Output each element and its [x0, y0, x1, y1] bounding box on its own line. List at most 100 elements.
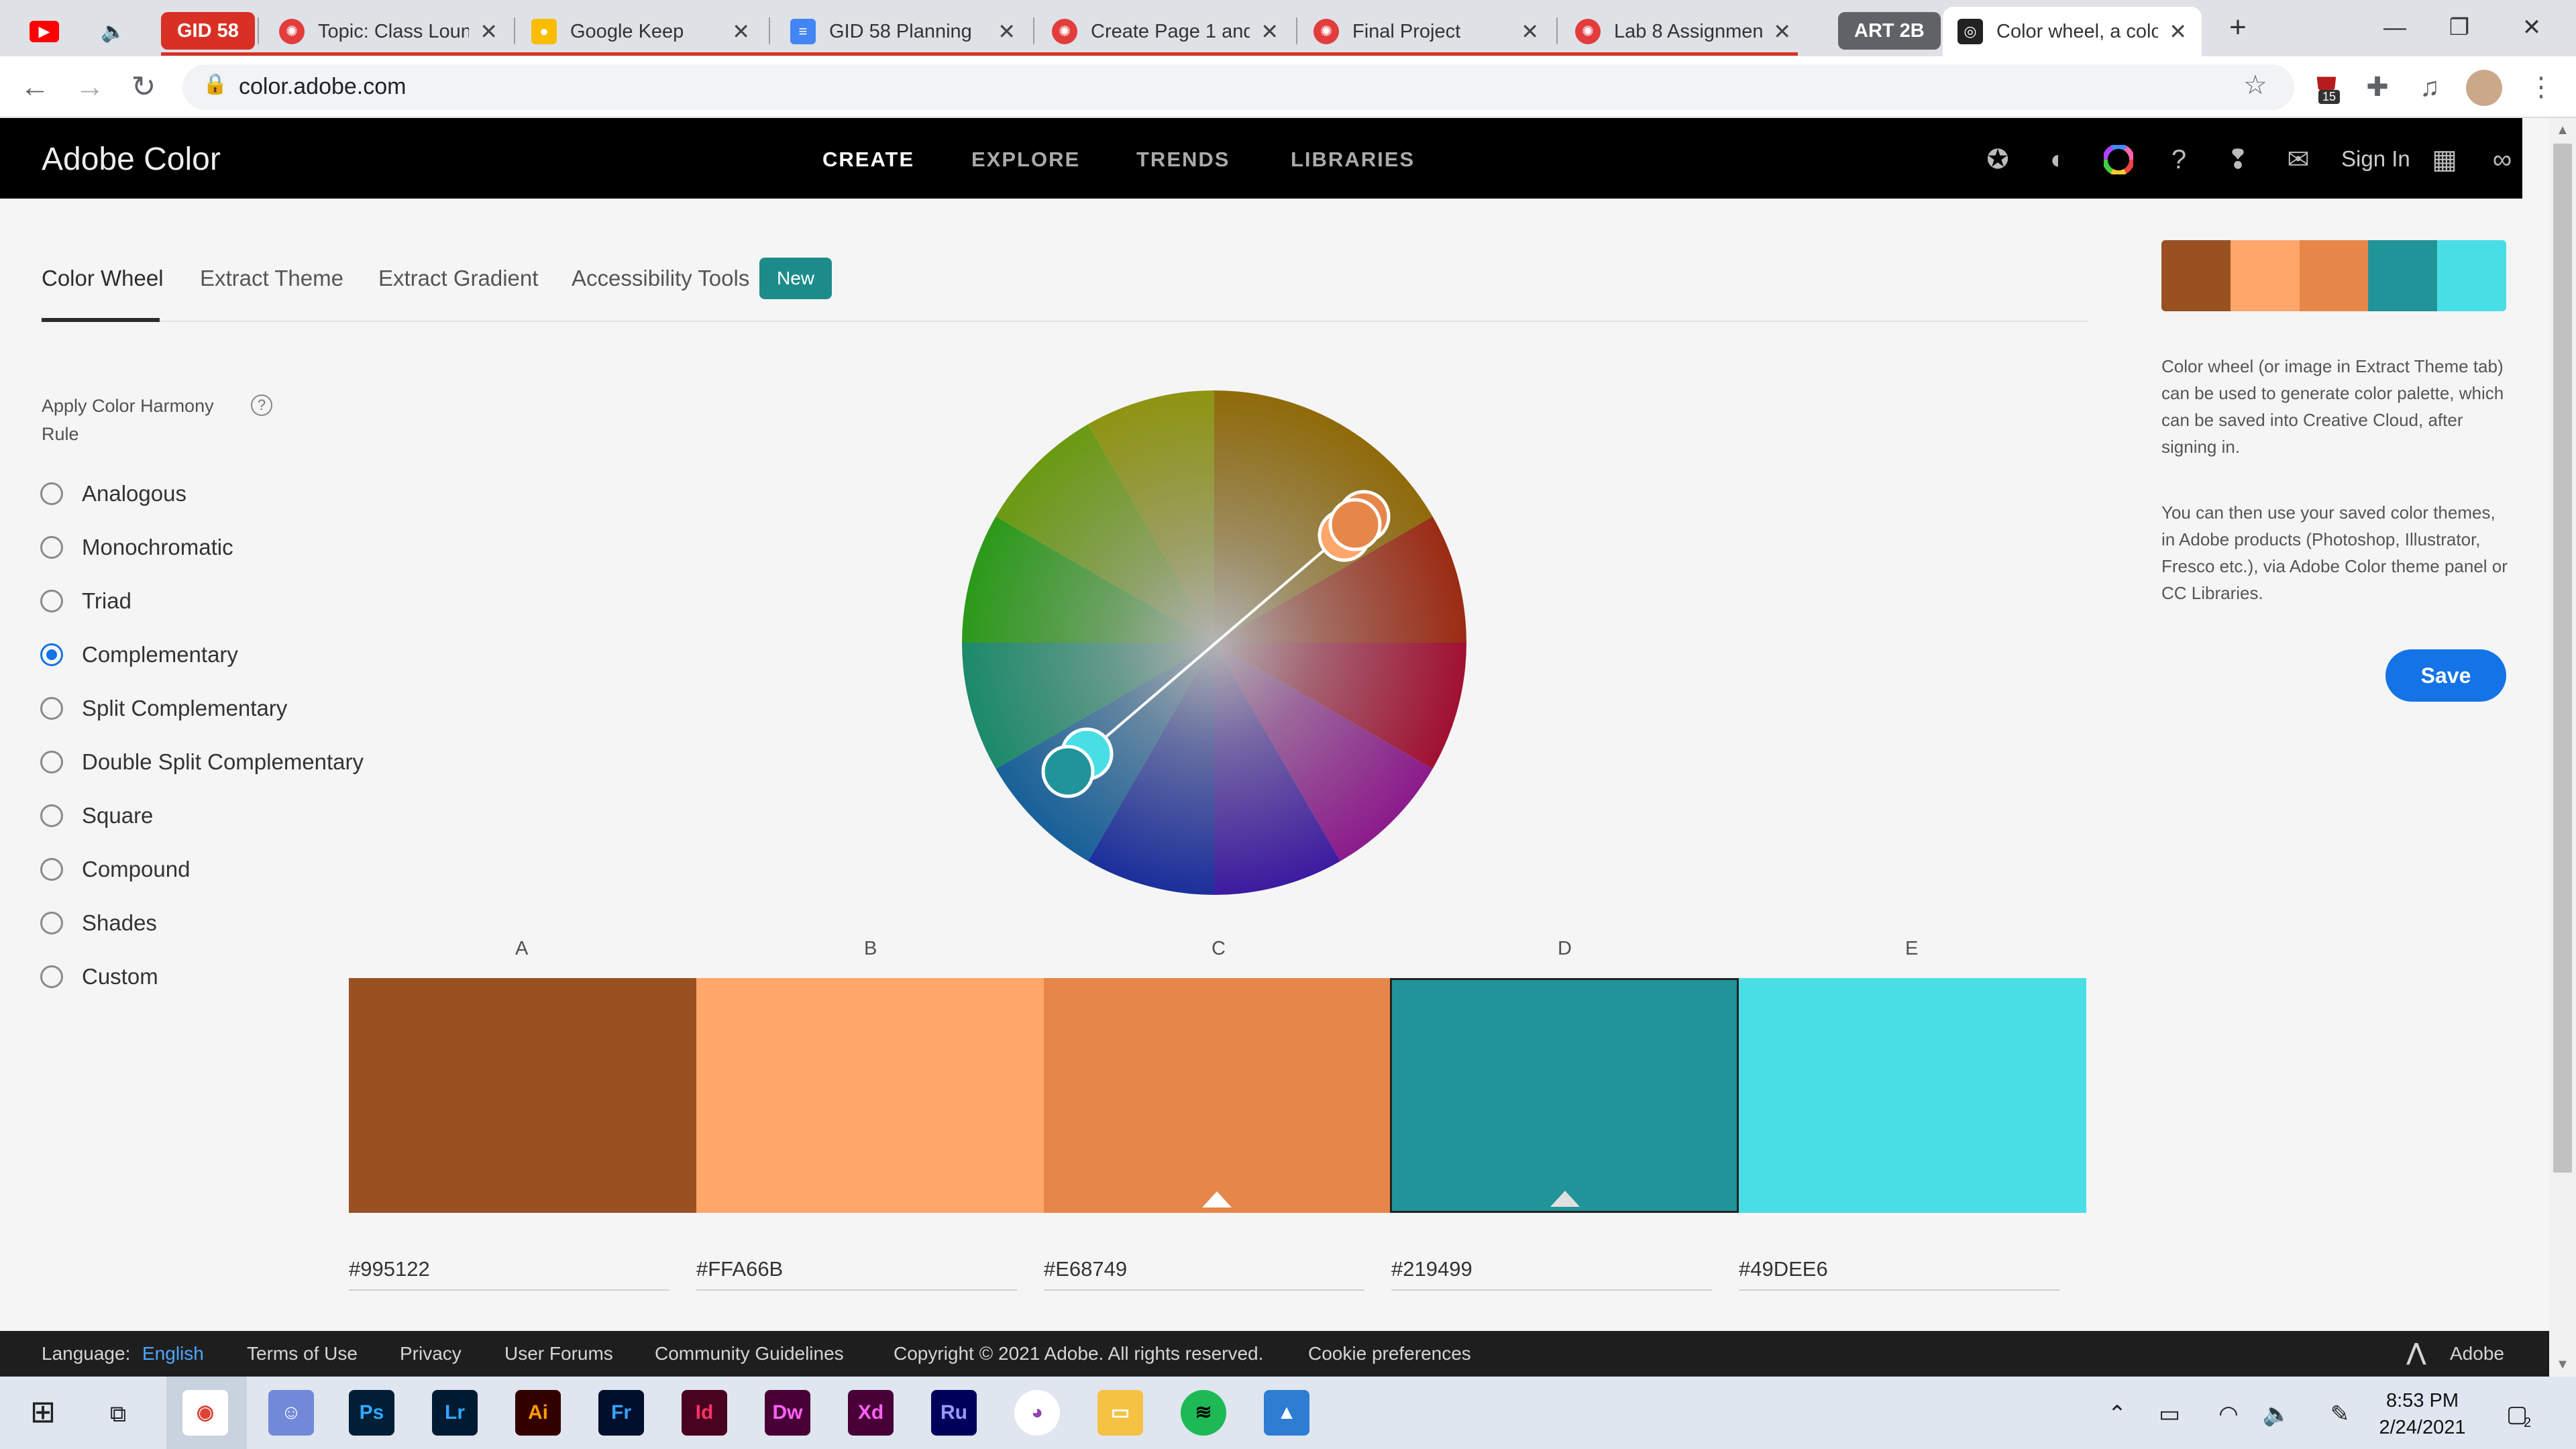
cookie-preferences-link[interactable]: Cookie preferences	[1308, 1343, 1471, 1364]
swatch-a[interactable]	[349, 978, 696, 1213]
tab-group-gid58[interactable]: GID 58	[161, 12, 255, 50]
scroll-down-icon[interactable]: ▼	[2549, 1352, 2576, 1377]
hex-input-a[interactable]: #995122	[349, 1257, 430, 1281]
harmony-option-triad[interactable]: Triad	[40, 581, 131, 621]
illustrator-icon[interactable]: Ai	[515, 1390, 561, 1436]
terms-link[interactable]: Terms of Use	[247, 1343, 358, 1364]
fresco-icon[interactable]: Fr	[598, 1390, 644, 1436]
close-window-icon[interactable]: ✕	[2512, 9, 2552, 46]
wifi-icon[interactable]: ◠	[2212, 1398, 2245, 1430]
base-color-marker[interactable]	[1550, 1191, 1580, 1207]
language-selector[interactable]: English	[142, 1343, 204, 1364]
color-handle-d[interactable]	[1041, 745, 1095, 798]
apps-grid-icon[interactable]: ▦	[2426, 141, 2463, 178]
new-tab-icon[interactable]: +	[2218, 9, 2258, 46]
radio-button[interactable]	[40, 536, 63, 559]
pen-icon[interactable]: ✎	[2324, 1398, 2356, 1430]
tab-gid58-planning[interactable]: ≡ GID 58 Planning ✕	[775, 7, 1030, 56]
color-wheel[interactable]	[959, 388, 1469, 898]
media-control-icon[interactable]: ♫	[2411, 68, 2449, 106]
harmony-option-custom[interactable]: Custom	[40, 957, 158, 997]
sign-in-link[interactable]: Sign In	[2341, 146, 2410, 172]
address-bar[interactable]: 🔒 color.adobe.com ☆	[182, 64, 2294, 110]
task-view-icon[interactable]: ⧉	[102, 1398, 134, 1430]
forward-icon[interactable]: →	[70, 67, 110, 107]
star-icon[interactable]: ✪	[1979, 141, 2017, 178]
swatch-c[interactable]	[1044, 978, 1390, 1213]
windows-start-icon[interactable]: ⊞	[24, 1395, 62, 1433]
reload-icon[interactable]: ↻	[123, 67, 164, 107]
show-hidden-icons[interactable]: ⌃	[2101, 1398, 2133, 1430]
chrome-icon[interactable]: ◉	[182, 1390, 228, 1436]
base-color-marker[interactable]	[1202, 1191, 1232, 1208]
radio-button[interactable]	[40, 590, 63, 612]
close-tab-icon[interactable]: ✕	[2169, 19, 2187, 44]
nav-create[interactable]: CREATE	[822, 148, 914, 172]
tab-color-wheel[interactable]: Color Wheel	[42, 266, 164, 291]
scrollbar-thumb[interactable]	[2553, 144, 2572, 1173]
radio-button[interactable]	[40, 912, 63, 934]
harmony-option-analogous[interactable]: Analogous	[40, 474, 186, 514]
radio-button[interactable]	[40, 804, 63, 827]
chrome-menu-icon[interactable]: ⋮	[2522, 68, 2560, 106]
swatch-e[interactable]	[1739, 978, 2086, 1213]
radio-button[interactable]	[40, 482, 63, 505]
swatch-b[interactable]	[696, 978, 1044, 1213]
color-wheel-icon[interactable]	[2100, 141, 2137, 178]
tab-google-keep[interactable]: ● Google Keep ✕	[517, 7, 765, 56]
minimize-icon[interactable]: —	[2375, 9, 2415, 46]
close-tab-icon[interactable]: ✕	[1773, 19, 1791, 44]
harmony-option-shades[interactable]: Shades	[40, 903, 157, 943]
radio-button[interactable]	[40, 751, 63, 773]
file-explorer-icon[interactable]: ▭	[1097, 1390, 1143, 1436]
tab-youtube[interactable]: ▶	[16, 7, 76, 56]
tab-extract-gradient[interactable]: Extract Gradient	[378, 266, 538, 291]
contrast-icon[interactable]: ◐	[2039, 141, 2077, 178]
close-tab-icon[interactable]: ✕	[480, 19, 498, 44]
harmony-option-square[interactable]: Square	[40, 796, 153, 836]
battery-icon[interactable]: ▭	[2153, 1398, 2186, 1430]
restore-icon[interactable]: ❐	[2439, 9, 2479, 46]
rush-icon[interactable]: Ru	[931, 1390, 977, 1436]
user-forums-link[interactable]: User Forums	[504, 1343, 613, 1364]
help-icon[interactable]: ?	[2160, 141, 2198, 178]
tab-final-project[interactable]: ✺ Final Project ✕	[1299, 7, 1554, 56]
alert-icon[interactable]: ❢	[2219, 141, 2257, 178]
hex-input-c[interactable]: #E68749	[1044, 1257, 1127, 1281]
system-clock[interactable]: 8:53 PM 2/24/2021	[2372, 1387, 2473, 1441]
tab-class-lounge[interactable]: ✺ Topic: Class Lounge ✕	[264, 7, 513, 56]
tab-adobe-color[interactable]: ◎ Color wheel, a color ✕	[1943, 7, 2202, 56]
lightroom-icon[interactable]: Lr	[432, 1390, 478, 1436]
tab-create-page[interactable]: ✺ Create Page 1 and ✕	[1037, 7, 1293, 56]
swatch-d-selected[interactable]	[1390, 978, 1739, 1213]
tab-extract-theme[interactable]: Extract Theme	[200, 266, 343, 291]
scroll-up-icon[interactable]: ▲	[2549, 118, 2576, 142]
harmony-option-compound[interactable]: Compound	[40, 849, 190, 890]
volume-icon[interactable]: 🔈	[2261, 1398, 2293, 1430]
adobe-color-logo[interactable]: Adobe Color	[42, 141, 221, 178]
creative-cloud-icon[interactable]: ∞	[2483, 141, 2521, 178]
community-guidelines-link[interactable]: Community Guidelines	[655, 1343, 844, 1364]
harmony-option-monochromatic[interactable]: Monochromatic	[40, 527, 233, 568]
save-button[interactable]: Save	[2385, 649, 2506, 702]
radio-button[interactable]	[40, 858, 63, 881]
photos-icon[interactable]: ▲	[1264, 1390, 1309, 1436]
bookmark-star-icon[interactable]: ☆	[2243, 70, 2267, 101]
hex-input-e[interactable]: #49DEE6	[1739, 1257, 1828, 1281]
color-handle-c[interactable]	[1328, 498, 1382, 551]
close-tab-icon[interactable]: ✕	[998, 19, 1016, 44]
tab-lab8[interactable]: ✺ Lab 8 Assignment ✕	[1560, 7, 1806, 56]
indesign-icon[interactable]: Id	[682, 1390, 727, 1436]
help-circle-icon[interactable]: ?	[251, 394, 272, 416]
tab-accessibility-tools[interactable]: Accessibility Tools	[572, 266, 749, 291]
nav-explore[interactable]: EXPLORE	[971, 148, 1080, 172]
discord-icon[interactable]: ☺	[268, 1390, 314, 1436]
photoshop-icon[interactable]: Ps	[349, 1390, 394, 1436]
xd-icon[interactable]: Xd	[848, 1390, 894, 1436]
close-tab-icon[interactable]: ✕	[732, 19, 750, 44]
close-tab-icon[interactable]: ✕	[1260, 19, 1279, 44]
hex-input-b[interactable]: #FFA66B	[696, 1257, 783, 1281]
spotify-icon[interactable]: ≋	[1181, 1390, 1226, 1436]
profile-avatar[interactable]	[2466, 70, 2502, 106]
tab-muted[interactable]: 🔈	[86, 7, 140, 56]
